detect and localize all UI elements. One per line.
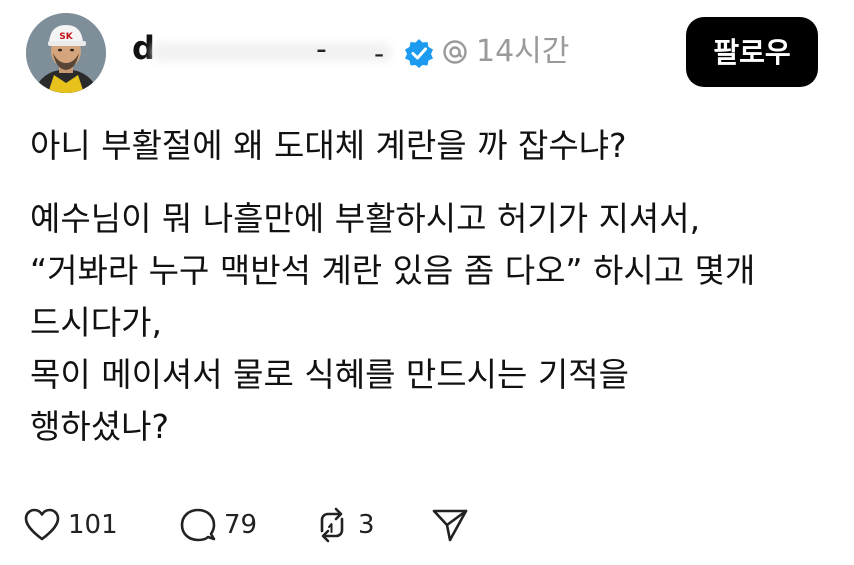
- post-line: 목이 메이셔서 물로 식혜를 만드시는 기적을: [30, 355, 629, 394]
- threads-logo-icon: [443, 40, 467, 64]
- post-paragraph-2: 예수님이 뭐 나흘만에 부활하시고 허기가 지셔서, “거봐라 누구 맥반석 계…: [30, 193, 830, 453]
- avatar[interactable]: SK: [26, 13, 106, 93]
- share-icon: [432, 509, 468, 542]
- like-count: 101: [68, 510, 118, 540]
- username-redaction: [152, 42, 392, 62]
- post-timestamp: 14시간: [476, 34, 570, 69]
- post-line: 드시다가,: [30, 303, 162, 342]
- comment-count: 79: [224, 510, 258, 540]
- avatar-badge-text: SK: [59, 32, 73, 42]
- post-line: “거봐라 누구 맥반석 계란 있음 좀 다오” 하시고 몇개: [30, 251, 756, 290]
- post-line: 예수님이 뭐 나흘만에 부활하시고 허기가 지셔서,: [30, 199, 701, 238]
- repost-count: 3: [358, 510, 375, 540]
- like-button[interactable]: 101: [22, 500, 118, 550]
- follow-button[interactable]: 팔로우: [686, 17, 818, 87]
- heart-icon: [24, 508, 60, 541]
- action-bar: 101 79 3: [22, 500, 842, 550]
- post-header: SK d - - 14시간 팔로우: [0, 0, 854, 110]
- post-line: 행하셨나?: [30, 407, 169, 446]
- verified-badge-icon: [405, 39, 433, 68]
- repost-icon: [320, 507, 344, 543]
- comment-icon: [180, 508, 216, 542]
- thread-post: SK d - - 14시간 팔로우 아니 부활절에 왜 도대체 계란을 까 잡수…: [0, 0, 854, 565]
- username-fragment-2: -: [316, 32, 327, 67]
- comment-button[interactable]: 79: [178, 500, 257, 550]
- share-button[interactable]: [430, 500, 470, 550]
- post-body: 아니 부활절에 왜 도대체 계란을 까 잡수냐? 예수님이 뭐 나흘만에 부활하…: [30, 120, 830, 453]
- repost-button[interactable]: 3: [312, 500, 375, 550]
- username-fragment-3: -: [374, 37, 385, 70]
- avatar-image: SK: [26, 13, 106, 93]
- post-paragraph-1: 아니 부활절에 왜 도대체 계란을 까 잡수냐?: [30, 126, 627, 165]
